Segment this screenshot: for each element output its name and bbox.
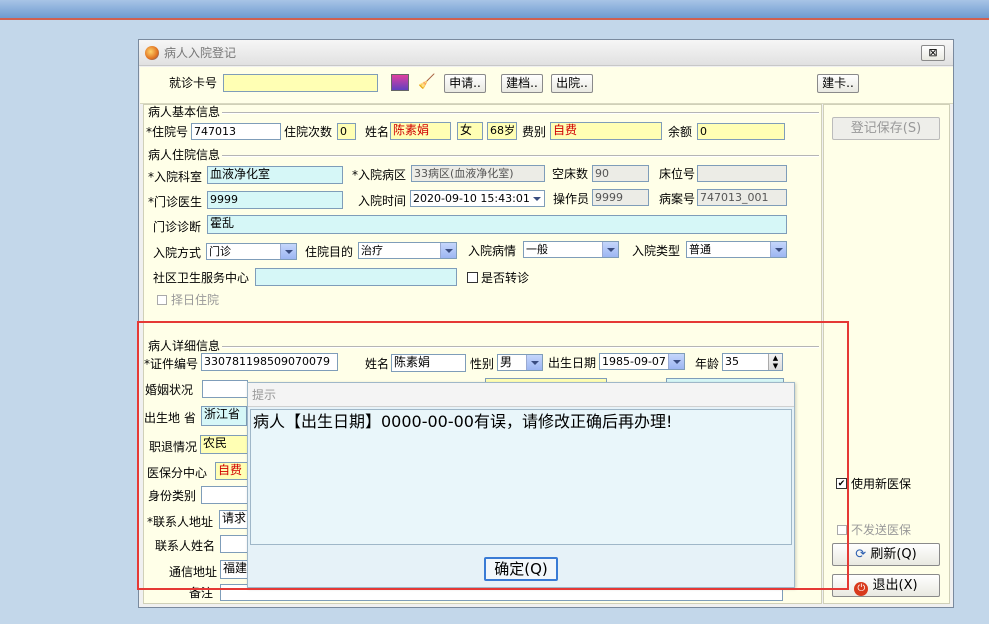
apply-button[interactable]: 申请.. [444, 74, 486, 93]
create-card-button[interactable]: 建卡.. [817, 74, 859, 93]
patient-name-label: 姓名 [365, 125, 390, 139]
chevron-down-icon[interactable] [602, 242, 618, 257]
fee-label: 费别 [522, 125, 547, 139]
refresh-icon: ⟳ [855, 547, 867, 562]
patient-age-input[interactable]: 68岁 [487, 122, 517, 140]
app-icon [145, 46, 159, 60]
purpose-select[interactable]: 治疗 [358, 242, 457, 259]
card-number-input[interactable] [223, 74, 378, 92]
dept-input[interactable]: 血液净化室 [207, 166, 343, 184]
patient-name-input[interactable]: 陈素娟 [390, 122, 451, 140]
record-input: 747013_001 [697, 189, 787, 206]
balance-input[interactable]: 0 [697, 123, 785, 140]
empty-beds-input: 90 [592, 165, 649, 182]
purpose-label: 住院目的 [305, 245, 354, 259]
balance-label: 余额 [668, 125, 693, 139]
power-icon: ⏻ [854, 582, 869, 596]
exit-label: 退出(X) [872, 578, 918, 593]
mode-label: 入院方式 [153, 246, 202, 260]
refresh-label: 刷新(Q) [870, 547, 917, 562]
community-label: 社区卫生服务中心 [153, 271, 250, 285]
archive-button[interactable]: 建档.. [501, 74, 543, 93]
desktop-top-bar [0, 0, 989, 20]
empty-beds-label: 空床数 [552, 167, 589, 181]
operator-input: 9999 [592, 189, 649, 206]
card-label: 就诊卡号 [169, 76, 218, 90]
transfer-checkbox[interactable] [467, 272, 478, 283]
community-input[interactable] [255, 268, 457, 286]
save-button[interactable]: 登记保存(S) [832, 117, 940, 140]
ward-label: *入院病区 [352, 168, 407, 182]
fee-input[interactable]: 自费 [550, 122, 662, 140]
mode-value: 门诊 [209, 245, 231, 258]
chevron-down-icon[interactable] [770, 242, 786, 257]
bed-label: 床位号 [659, 167, 696, 181]
ward-input[interactable]: 33病区(血液净化室) [411, 165, 545, 182]
transfer-label: 是否转诊 [481, 271, 530, 285]
admission-no-label: *住院号 [146, 125, 189, 139]
stay-divider [222, 155, 819, 157]
type-label: 入院类型 [632, 244, 681, 258]
select-day-label: 择日住院 [171, 293, 220, 307]
record-label: 病案号 [659, 192, 696, 206]
admit-time-value: 2020-09-10 15:43:01 [413, 192, 530, 205]
no-send-label: 不发送医保 [851, 523, 912, 537]
dept-label: *入院科室 [148, 170, 203, 184]
times-input[interactable]: 0 [337, 123, 356, 140]
diagnosis-input[interactable]: 霍乱 [207, 215, 787, 234]
admit-time-label: 入院时间 [358, 194, 407, 208]
basic-section-title: 病人基本信息 [148, 105, 221, 119]
chevron-down-icon[interactable] [280, 244, 296, 259]
highlight-box [137, 321, 849, 590]
diagnosis-label: 门诊诊断 [153, 220, 202, 234]
window-title: 病人入院登记 [164, 46, 237, 60]
basic-divider [222, 112, 819, 114]
condition-select[interactable]: 一般 [523, 241, 619, 258]
window-title-bar: 病人入院登记 ⊠ [139, 40, 953, 66]
condition-value: 一般 [526, 243, 548, 256]
discharge-button[interactable]: 出院.. [551, 74, 593, 93]
type-select[interactable]: 普通 [686, 241, 787, 258]
chevron-down-icon[interactable] [440, 243, 456, 258]
chevron-down-icon[interactable] [529, 191, 544, 206]
admission-no-input[interactable]: 747013 [191, 123, 281, 140]
operator-label: 操作员 [553, 192, 590, 206]
broom-icon[interactable]: 🧹 [418, 74, 436, 91]
bed-input[interactable] [697, 165, 787, 182]
new-insurance-label: 使用新医保 [851, 477, 912, 491]
type-value: 普通 [689, 243, 711, 256]
times-label: 住院次数 [284, 125, 333, 139]
patient-gender-input[interactable]: 女 [457, 122, 483, 140]
stay-section-title: 病人住院信息 [148, 148, 221, 162]
purpose-value: 治疗 [361, 244, 383, 257]
admit-time-picker[interactable]: 2020-09-10 15:43:01 [410, 190, 545, 207]
mode-select[interactable]: 门诊 [206, 243, 297, 260]
doctor-label: *门诊医生 [148, 195, 203, 209]
select-day-checkbox[interactable] [157, 295, 167, 305]
close-button[interactable]: ⊠ [921, 45, 945, 61]
doctor-input[interactable]: 9999 [207, 191, 343, 209]
condition-label: 入院病情 [468, 244, 517, 258]
read-card-icon[interactable] [391, 74, 409, 91]
